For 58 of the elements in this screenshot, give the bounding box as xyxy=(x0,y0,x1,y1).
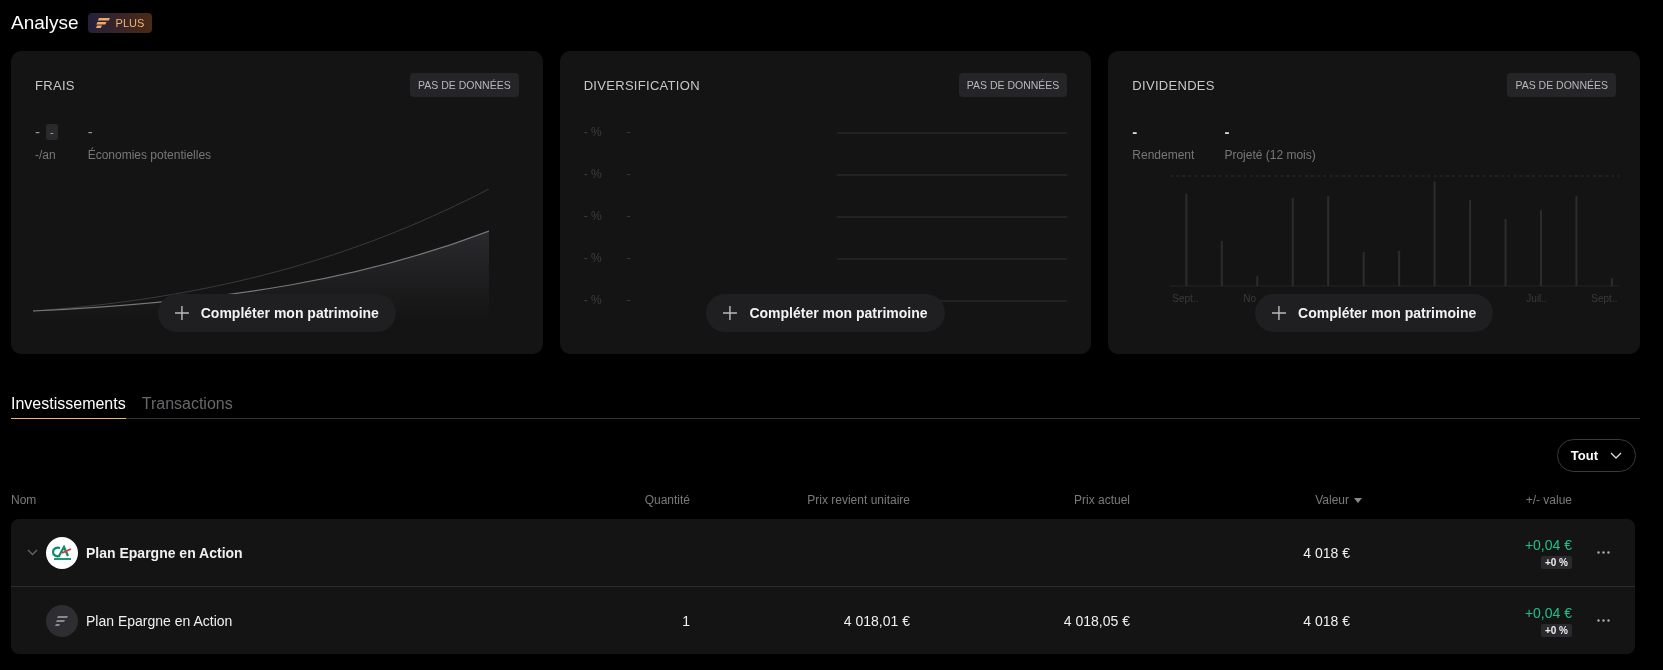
fee-caption: -/an xyxy=(35,148,57,162)
holding-name: Plan Epargne en Action xyxy=(86,612,233,629)
chevron-down-icon xyxy=(1610,452,1622,459)
stat-value: - xyxy=(1132,123,1139,140)
category-label: - xyxy=(626,167,631,181)
complete-button[interactable]: Compléter mon patrimoine xyxy=(1255,294,1494,332)
percent-label: - % xyxy=(583,209,602,223)
card-title: DIVERSIFICATION xyxy=(583,77,700,93)
gain-value: +0,04 € xyxy=(1524,604,1572,621)
column-header[interactable]: Prix revient unitaire xyxy=(690,493,910,507)
holding-name: Plan Epargne en Action xyxy=(86,544,243,561)
category-label: - xyxy=(626,293,631,307)
tab[interactable]: Transactions xyxy=(141,385,233,419)
percent-label: - % xyxy=(583,251,602,265)
stat-label: Projeté (12 mois) xyxy=(1224,148,1316,162)
card-title: DIVIDENDES xyxy=(1132,77,1215,93)
plus-icon xyxy=(174,306,189,320)
complete-button[interactable]: Compléter mon patrimoine xyxy=(706,294,945,332)
plus-badge: PLUS xyxy=(87,13,153,33)
price-cell-text: 4 018,05 € xyxy=(1062,612,1130,629)
percent-label: - % xyxy=(583,293,602,307)
unit-cost-cell-text: 4 018,01 € xyxy=(842,612,910,629)
quantity-cell-text: 1 xyxy=(681,612,690,629)
savings-value: - xyxy=(87,123,94,140)
status-tag: PAS DE DONNÉES xyxy=(1507,73,1616,97)
platform-logo-icon xyxy=(46,604,78,637)
bank-logo-icon xyxy=(46,536,78,569)
gain-percent: +0 % xyxy=(1540,623,1572,637)
status-tag: PAS DE DONNÉES xyxy=(958,73,1068,97)
column-header[interactable]: Nom xyxy=(11,493,540,507)
percent-label: - % xyxy=(583,167,602,181)
gain-value: +0,04 € xyxy=(1524,536,1572,553)
column-header[interactable]: Valeur xyxy=(1130,493,1362,507)
gain-percent: +0 % xyxy=(1540,555,1572,569)
chevron-icon[interactable] xyxy=(27,549,38,556)
fee-value: - xyxy=(35,123,40,140)
column-header[interactable]: Quantité xyxy=(540,493,690,507)
value-cell-text: 4 018 € xyxy=(1302,612,1351,629)
plus-icon xyxy=(1272,306,1287,320)
percent-label: - % xyxy=(583,125,602,139)
tab[interactable]: Investissements xyxy=(11,385,126,419)
logo-icon xyxy=(95,18,110,28)
complete-button[interactable]: Compléter mon patrimoine xyxy=(157,294,396,332)
column-header[interactable]: +/- value xyxy=(1362,493,1572,507)
page-title: Analyse xyxy=(11,12,79,34)
category-label: - xyxy=(626,125,631,139)
category-label: - xyxy=(626,251,631,265)
category-label: - xyxy=(626,209,631,223)
savings-caption: Économies potentielles xyxy=(87,148,212,162)
value-cell-text: 4 018 € xyxy=(1302,544,1351,561)
filter-dropdown[interactable]: Tout xyxy=(1556,439,1636,472)
card-title: FRAIS xyxy=(35,77,75,93)
stat-label: Rendement xyxy=(1132,148,1195,162)
fee-tag: - xyxy=(46,123,58,140)
column-header[interactable]: Prix actuel xyxy=(910,493,1130,507)
plus-icon xyxy=(723,306,738,320)
status-tag: PAS DE DONNÉES xyxy=(410,73,519,97)
stat-value: - xyxy=(1224,123,1231,140)
